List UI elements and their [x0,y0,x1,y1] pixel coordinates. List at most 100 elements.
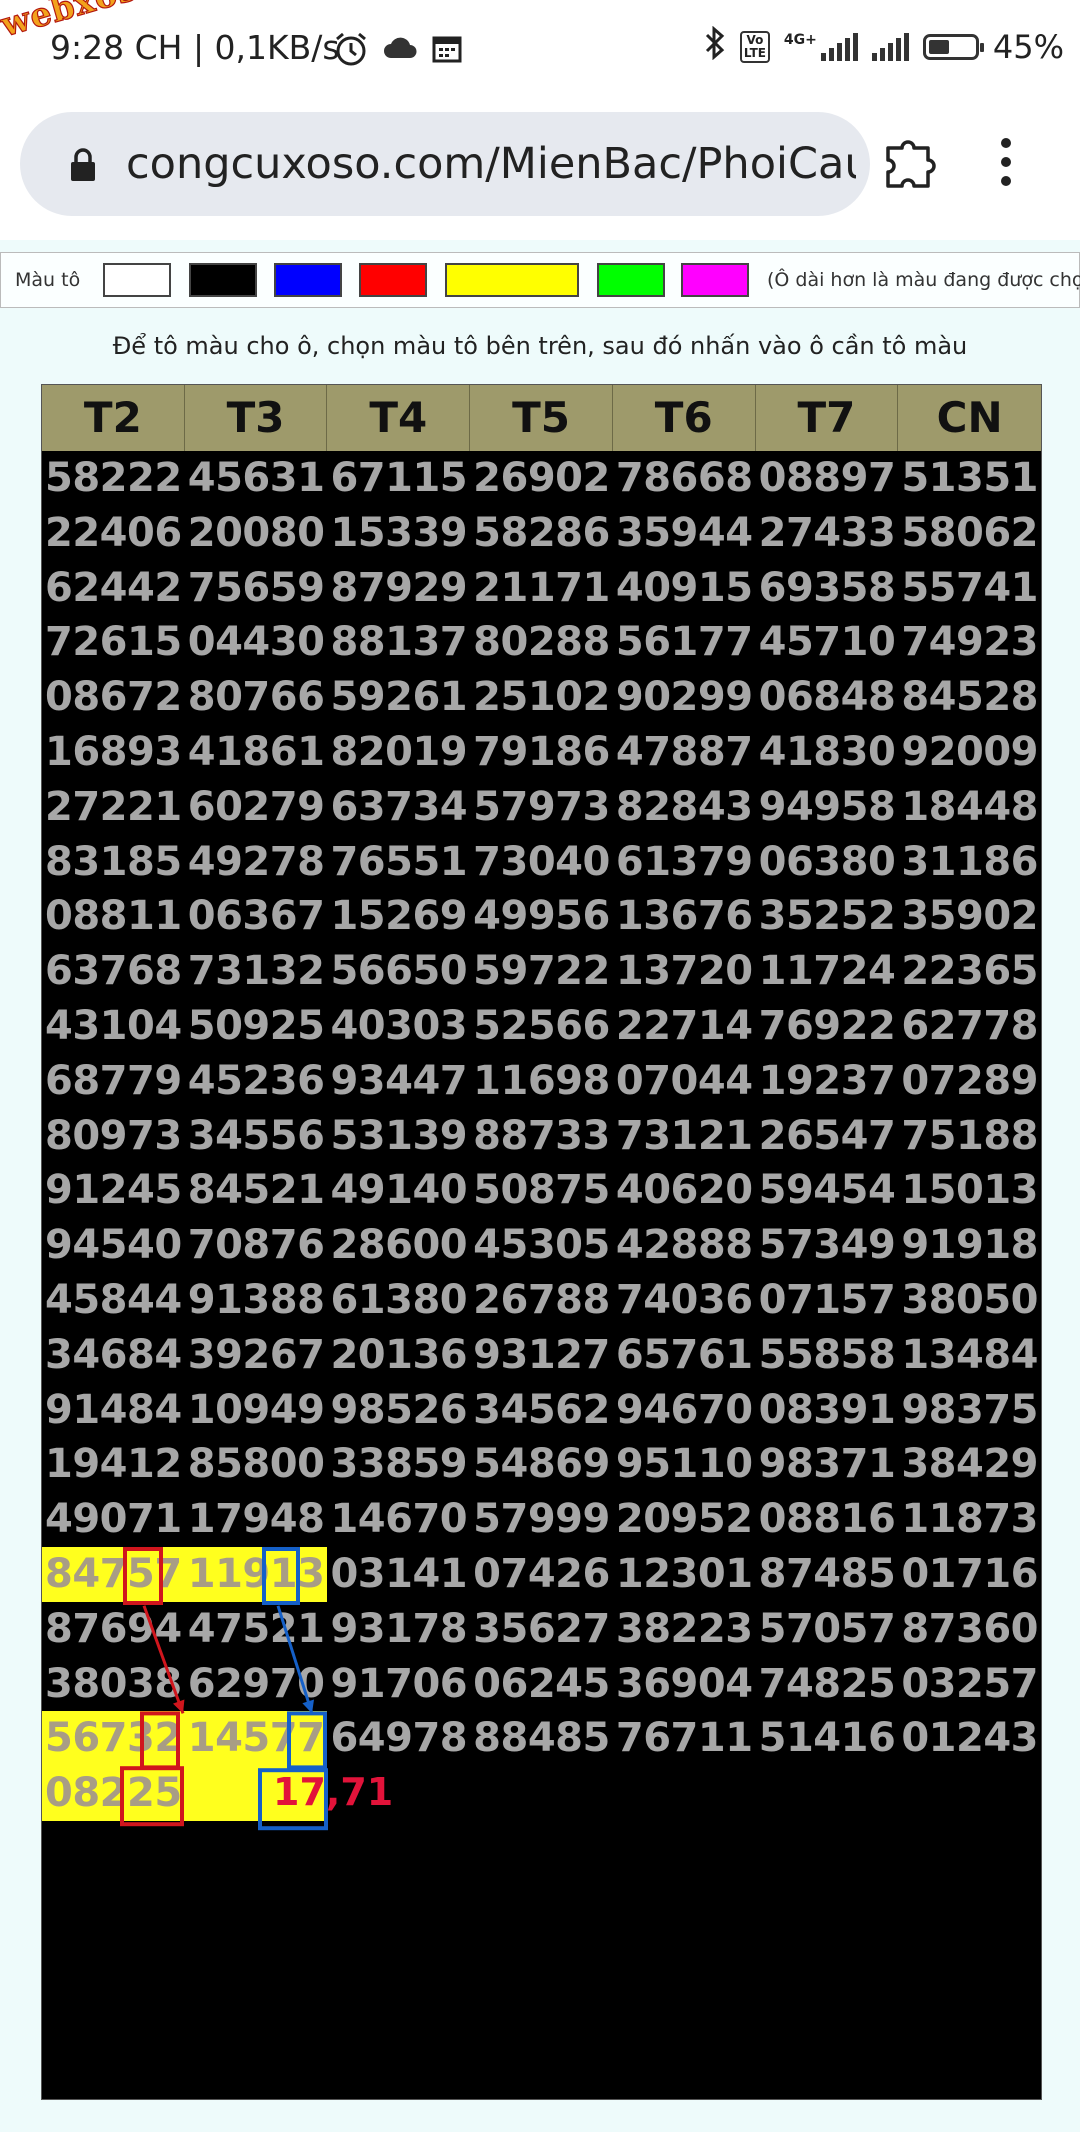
table-cell[interactable]: 67115 [327,451,470,506]
table-cell[interactable]: 78668 [613,451,756,506]
table-cell[interactable]: 76551 [327,835,470,890]
table-cell[interactable]: 43104 [42,999,185,1054]
color-swatch-2[interactable] [274,263,342,297]
table-cell[interactable]: 39267 [185,1328,328,1383]
table-cell[interactable]: 26902 [470,451,613,506]
table-cell[interactable]: 14670 [327,1492,470,1547]
table-cell[interactable]: 70876 [185,1218,328,1273]
table-cell[interactable]: 50875 [470,1163,613,1218]
table-cell[interactable]: 74923 [898,615,1041,670]
table-cell[interactable]: 56177 [613,615,756,670]
table-cell[interactable]: 80973 [42,1109,185,1164]
table-cell[interactable]: 87694 [42,1602,185,1657]
table-cell[interactable]: 35944 [613,506,756,561]
table-cell[interactable]: 08391 [756,1383,899,1438]
table-cell[interactable]: 59454 [756,1163,899,1218]
table-cell[interactable]: 04430 [185,615,328,670]
table-cell[interactable]: 01243 [898,1711,1041,1766]
color-swatch-5[interactable] [597,263,665,297]
table-cell[interactable]: 74036 [613,1273,756,1328]
table-cell[interactable]: 49071 [42,1492,185,1547]
table-cell[interactable]: 06367 [185,889,328,944]
table-cell[interactable] [613,1766,756,1821]
table-cell[interactable]: 88733 [470,1109,613,1164]
table-cell[interactable]: 82019 [327,725,470,780]
table-cell[interactable]: 75659 [185,561,328,616]
table-cell[interactable]: 93447 [327,1054,470,1109]
table-cell[interactable]: 07289 [898,1054,1041,1109]
table-cell[interactable]: 19237 [756,1054,899,1109]
table-cell[interactable]: 61380 [327,1273,470,1328]
table-cell[interactable]: 98375 [898,1383,1041,1438]
table-cell[interactable]: 82843 [613,780,756,835]
table-cell[interactable]: 11913 [184,1546,328,1602]
table-cell[interactable]: 59261 [327,670,470,725]
table-cell[interactable]: 73121 [613,1109,756,1164]
table-cell[interactable]: 08897 [756,451,899,506]
table-cell[interactable]: 76922 [756,999,899,1054]
table-cell[interactable]: 25102 [470,670,613,725]
table-cell[interactable]: 20952 [613,1492,756,1547]
table-cell[interactable]: 91388 [185,1273,328,1328]
color-swatch-6[interactable] [681,263,749,297]
table-cell[interactable]: 80288 [470,615,613,670]
table-cell[interactable]: 12301 [613,1547,756,1602]
table-cell[interactable]: 08672 [42,670,185,725]
table-cell[interactable]: 38038 [42,1657,185,1712]
table-cell[interactable]: 45236 [185,1054,328,1109]
table-cell[interactable]: 11724 [756,944,899,999]
table-cell[interactable]: 26547 [756,1109,899,1164]
table-cell[interactable]: 22365 [898,944,1041,999]
table-cell[interactable]: 49140 [327,1163,470,1218]
table-cell[interactable]: 28600 [327,1218,470,1273]
table-cell[interactable]: 56732 [42,1711,185,1767]
table-cell[interactable]: 06380 [756,835,899,890]
table-cell[interactable]: 40915 [613,561,756,616]
table-cell[interactable]: 42888 [613,1218,756,1273]
table-cell[interactable]: 13676 [613,889,756,944]
table-cell[interactable]: 26788 [470,1273,613,1328]
table-cell[interactable]: 45631 [185,451,328,506]
table-cell[interactable]: 84521 [185,1163,328,1218]
table-cell[interactable]: 47887 [613,725,756,780]
table-cell[interactable]: 10949 [185,1383,328,1438]
table-cell[interactable]: 63768 [42,944,185,999]
table-cell[interactable]: 58286 [470,506,613,561]
table-cell[interactable]: 63734 [327,780,470,835]
table-cell[interactable]: 27221 [42,780,185,835]
table-cell[interactable]: 50925 [185,999,328,1054]
table-cell[interactable]: 08816 [756,1492,899,1547]
table-cell[interactable]: 57999 [470,1492,613,1547]
table-cell[interactable]: 03141 [327,1547,470,1602]
table-cell[interactable]: 85800 [185,1437,328,1492]
table-cell[interactable]: 88485 [470,1711,613,1766]
table-cell[interactable]: 19412 [42,1437,185,1492]
table-cell[interactable]: 84528 [898,670,1041,725]
table-cell[interactable]: 51351 [898,451,1041,506]
table-cell[interactable]: 27433 [756,506,899,561]
table-cell[interactable]: 41830 [756,725,899,780]
extensions-icon[interactable] [880,130,944,194]
address-bar[interactable]: congcuxoso.com/MienBac/PhoiCau [20,112,870,216]
table-cell[interactable]: 54869 [470,1437,613,1492]
table-cell[interactable]: 64978 [327,1711,470,1766]
table-cell[interactable]: 38429 [898,1437,1041,1492]
table-cell[interactable]: 15339 [327,506,470,561]
table-cell[interactable]: 08225 [42,1766,185,1821]
table-cell[interactable]: 06245 [470,1657,613,1712]
table-cell[interactable]: 73132 [185,944,328,999]
table-cell[interactable]: 72615 [42,615,185,670]
table-cell[interactable]: 51416 [756,1711,899,1766]
table-cell[interactable]: 95110 [613,1437,756,1492]
table-cell[interactable]: 56650 [327,944,470,999]
table-cell[interactable]: 87929 [327,561,470,616]
table-cell[interactable]: 38223 [613,1602,756,1657]
table-cell[interactable]: 57057 [756,1602,899,1657]
table-cell[interactable]: 03257 [898,1657,1041,1712]
table-cell[interactable]: 47521 [185,1602,328,1657]
table-cell[interactable]: 36904 [613,1657,756,1712]
table-cell[interactable]: 08811 [42,889,185,944]
table-cell[interactable]: 01716 [898,1547,1041,1602]
color-swatch-0[interactable] [103,263,171,297]
table-cell[interactable]: 91245 [42,1163,185,1218]
